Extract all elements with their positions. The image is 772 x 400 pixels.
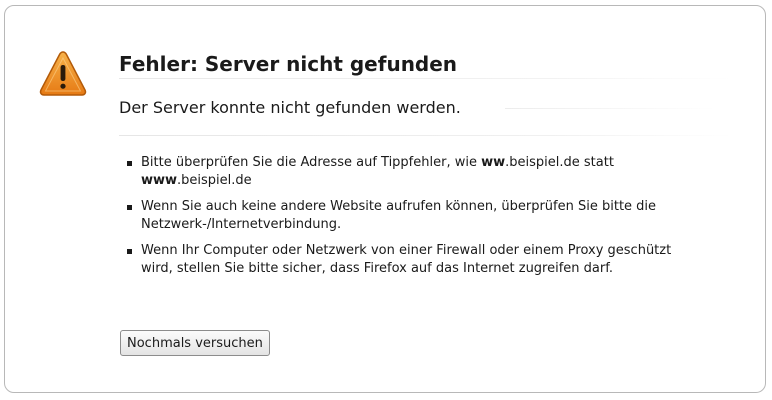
hint-item-typo: Bitte überprüfen Sie die Adresse auf Tip… xyxy=(125,154,685,190)
subtitle-divider xyxy=(505,108,717,109)
hint-list: Bitte überprüfen Sie die Adresse auf Tip… xyxy=(125,154,685,286)
title-divider xyxy=(119,78,733,79)
hint-emphasis: www xyxy=(141,173,178,188)
page-title: Fehler: Server nicht gefunden xyxy=(119,52,458,76)
section-divider xyxy=(119,135,733,136)
error-subtitle: Der Server konnte nicht gefunden werden. xyxy=(119,98,461,117)
hint-item-connection: Wenn Sie auch keine andere Website aufru… xyxy=(125,198,685,234)
bullet-icon xyxy=(127,205,132,210)
hint-emphasis: ww xyxy=(481,155,506,170)
bullet-icon xyxy=(127,161,132,166)
hint-text: Bitte überprüfen Sie die Adresse auf Tip… xyxy=(141,155,482,170)
hint-text: .beispiel.de statt xyxy=(505,155,614,170)
error-page-container: Fehler: Server nicht gefunden Der Server… xyxy=(4,5,766,393)
hint-text: Wenn Sie auch keine andere Website aufru… xyxy=(141,199,657,232)
hint-item-firewall: Wenn Ihr Computer oder Netzwerk von eine… xyxy=(125,242,685,278)
warning-triangle-icon xyxy=(39,51,87,96)
retry-button[interactable]: Nochmals versuchen xyxy=(120,330,270,356)
hint-text: Wenn Ihr Computer oder Netzwerk von eine… xyxy=(141,243,672,276)
hint-text: .beispiel.de xyxy=(177,173,252,188)
bullet-icon xyxy=(127,249,132,254)
